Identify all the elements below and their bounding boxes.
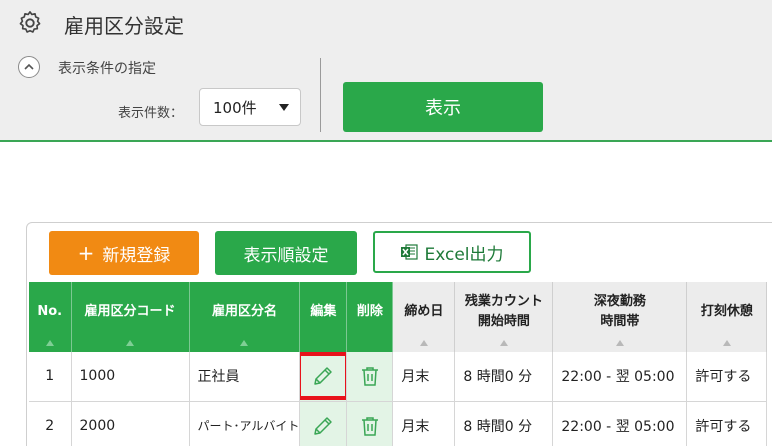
cell-code: 2000: [71, 401, 190, 446]
condition-panel: 表示条件の指定 表示件数： 100件 表示: [0, 46, 772, 142]
cell-closing-day: 月末: [392, 401, 456, 446]
cell-delete: [346, 401, 394, 446]
cell-clock-break: 許可する: [686, 401, 768, 446]
show-button[interactable]: 表示: [343, 82, 543, 132]
page-title: 雇用区分設定: [64, 14, 184, 38]
column-header-night-shift[interactable]: 深夜勤務 時間帯: [552, 282, 688, 352]
column-header-no[interactable]: No.: [29, 282, 72, 352]
table-row: 2 2000 パート･アルバイト 月末 8 時間0 分 22:00 - 翌 05…: [29, 401, 768, 446]
vertical-divider: [320, 58, 321, 132]
sort-icon: [419, 340, 428, 346]
excel-icon: [401, 244, 419, 260]
cell-name: パート･アルバイト: [189, 401, 301, 446]
cell-no: 1: [29, 352, 72, 402]
gear-icon: [19, 11, 41, 33]
column-header-closing-day[interactable]: 締め日: [392, 282, 456, 352]
pencil-icon: [314, 416, 333, 435]
cell-overtime-start: 8 時間0 分: [454, 401, 554, 446]
list-panel: + 新規登録 表示順設定 Excel出力 No. 雇用区分コード 雇用区分名 編…: [26, 222, 772, 446]
cell-edit: [299, 401, 348, 446]
cell-no: 2: [29, 401, 72, 446]
sort-icon: [722, 340, 731, 346]
condition-label: 表示条件の指定: [58, 61, 156, 77]
cell-closing-day: 月末: [392, 352, 456, 402]
display-count-label: 表示件数：: [118, 106, 184, 121]
column-header-name[interactable]: 雇用区分名: [189, 282, 301, 352]
sort-icon: [240, 340, 249, 346]
column-header-code[interactable]: 雇用区分コード: [71, 282, 190, 352]
edit-button[interactable]: [299, 352, 346, 400]
display-count-value: 100件: [213, 98, 257, 117]
delete-button[interactable]: [348, 356, 392, 396]
delete-button[interactable]: [348, 406, 392, 446]
chevron-up-icon: [24, 63, 34, 70]
column-header-overtime-start[interactable]: 残業カウント 開始時間: [454, 282, 554, 352]
table-row: 1 1000 正社員 月末 8 時間0 分 22:00 - 翌 05:00 許可…: [29, 352, 768, 402]
cell-night-shift: 22:00 - 翌 05:00: [552, 352, 688, 402]
cell-code: 1000: [71, 352, 190, 402]
display-count-select[interactable]: 100件: [199, 88, 301, 126]
edit-button[interactable]: [301, 406, 345, 446]
sort-icon: [615, 340, 624, 346]
sort-icon: [499, 340, 508, 346]
cell-edit: [299, 352, 348, 402]
sort-icon: [126, 340, 134, 346]
column-header-delete: 削除: [346, 282, 394, 352]
plus-icon: +: [77, 241, 95, 265]
pencil-icon: [314, 367, 333, 385]
title-bar: 雇用区分設定: [0, 0, 772, 46]
caret-down-icon: [279, 104, 289, 111]
cell-name: 正社員: [189, 352, 301, 402]
condition-toggle-button[interactable]: [18, 56, 40, 78]
column-header-edit: 編集: [299, 282, 348, 352]
cell-clock-break: 許可する: [686, 352, 768, 402]
cell-delete: [346, 352, 394, 402]
excel-export-button[interactable]: Excel出力: [373, 231, 531, 273]
display-order-button[interactable]: 表示順設定: [215, 231, 357, 275]
cell-overtime-start: 8 時間0 分: [454, 352, 554, 402]
column-header-clock-break[interactable]: 打刻休憩: [686, 282, 768, 352]
excel-export-label: Excel出力: [424, 244, 504, 265]
sort-icon: [45, 340, 54, 346]
new-register-label: 新規登録: [102, 245, 171, 266]
trash-icon: [361, 416, 378, 436]
employment-type-table: No. 雇用区分コード 雇用区分名 編集 削除 締め日 残業カウント 開始時間 …: [29, 282, 768, 446]
trash-icon: [361, 367, 378, 386]
new-register-button[interactable]: + 新規登録: [49, 231, 199, 275]
cell-night-shift: 22:00 - 翌 05:00: [552, 401, 688, 446]
